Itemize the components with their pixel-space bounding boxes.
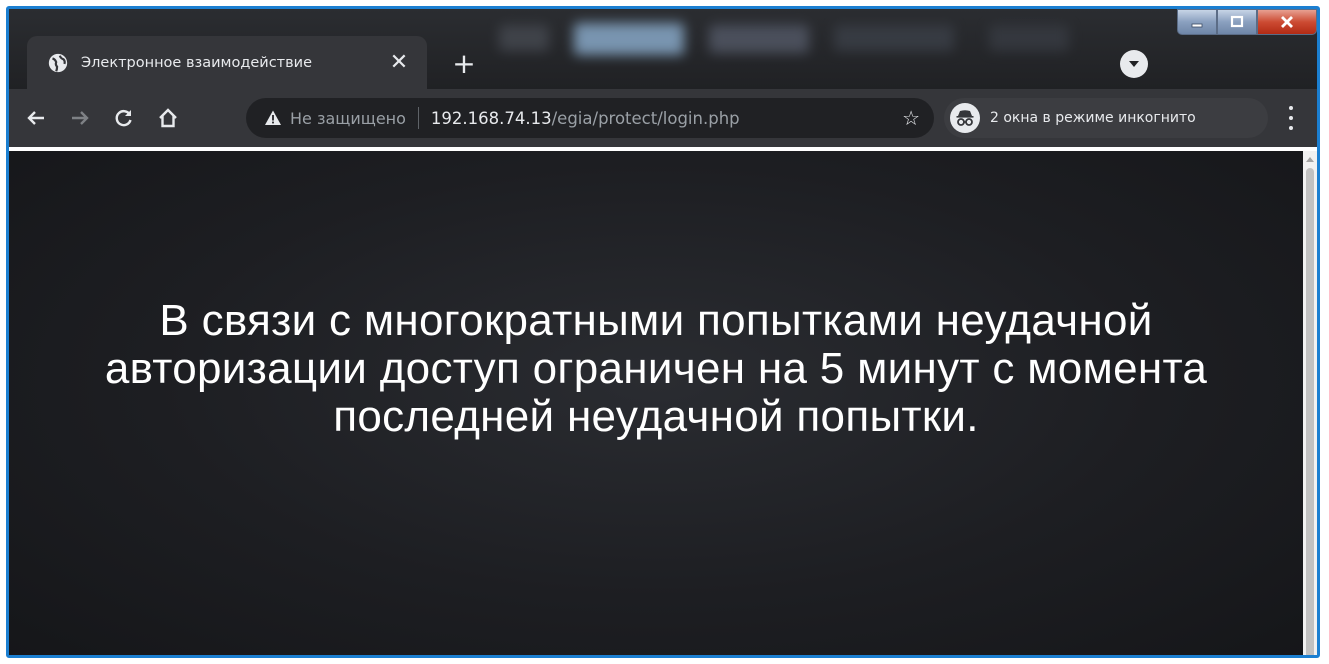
tab-strip: Электронное взаимодействие ✕ + xyxy=(9,9,1317,89)
menu-dot xyxy=(1289,126,1293,130)
scrollbar-thumb[interactable] xyxy=(1306,168,1314,655)
incognito-indicator[interactable]: 2 окна в режиме инкогнито xyxy=(944,98,1268,138)
security-status[interactable]: Не защищено xyxy=(290,109,406,128)
tab-title: Электронное взаимодействие xyxy=(81,54,313,71)
reload-button[interactable] xyxy=(107,101,141,135)
window-controls xyxy=(1177,9,1317,37)
scroll-up-arrow-icon[interactable] xyxy=(1306,157,1314,162)
browser-window: Электронное взаимодействие ✕ + Не защище… xyxy=(6,6,1320,658)
minimize-button[interactable] xyxy=(1177,9,1217,35)
close-icon xyxy=(1281,16,1293,28)
home-button[interactable] xyxy=(151,101,185,135)
maximize-icon xyxy=(1230,15,1244,28)
active-tab[interactable]: Электронное взаимодействие ✕ xyxy=(27,36,427,89)
minimize-icon xyxy=(1191,23,1203,28)
address-bar[interactable]: Не защищено 192.168.74.13 /egia/protect/… xyxy=(246,98,934,138)
warning-icon[interactable] xyxy=(264,109,282,127)
page-content: В связи с многократными попытками неудач… xyxy=(9,147,1303,655)
arrow-right-icon xyxy=(72,111,89,125)
home-icon xyxy=(159,108,177,128)
globe-icon xyxy=(48,53,68,72)
window-close-button[interactable] xyxy=(1257,9,1317,35)
bookmark-star-icon[interactable]: ☆ xyxy=(902,106,920,130)
maximize-button[interactable] xyxy=(1217,9,1257,35)
chevron-down-icon xyxy=(1129,61,1139,67)
browser-toolbar: Не защищено 192.168.74.13 /egia/protect/… xyxy=(9,89,1317,147)
forward-button[interactable] xyxy=(63,101,97,135)
omnibox-divider xyxy=(417,107,419,129)
menu-dot xyxy=(1289,106,1293,110)
vertical-scrollbar[interactable] xyxy=(1303,147,1317,655)
url-path[interactable]: /egia/protect/login.php xyxy=(552,109,892,128)
tab-search-button[interactable] xyxy=(1120,50,1148,78)
tab-close-icon[interactable]: ✕ xyxy=(385,49,413,77)
access-restricted-message: В связи с многократными попытками неудач… xyxy=(104,296,1208,441)
menu-dot xyxy=(1289,116,1293,120)
incognito-label: 2 окна в режиме инкогнито xyxy=(990,110,1196,126)
reload-icon xyxy=(115,110,132,127)
back-button[interactable] xyxy=(19,101,53,135)
url-host[interactable]: 192.168.74.13 xyxy=(431,109,552,128)
arrow-left-icon xyxy=(27,111,44,125)
new-tab-button[interactable]: + xyxy=(449,49,479,79)
blurred-background-window xyxy=(489,17,1129,65)
incognito-icon xyxy=(950,103,980,133)
browser-menu-button[interactable] xyxy=(1279,103,1303,133)
